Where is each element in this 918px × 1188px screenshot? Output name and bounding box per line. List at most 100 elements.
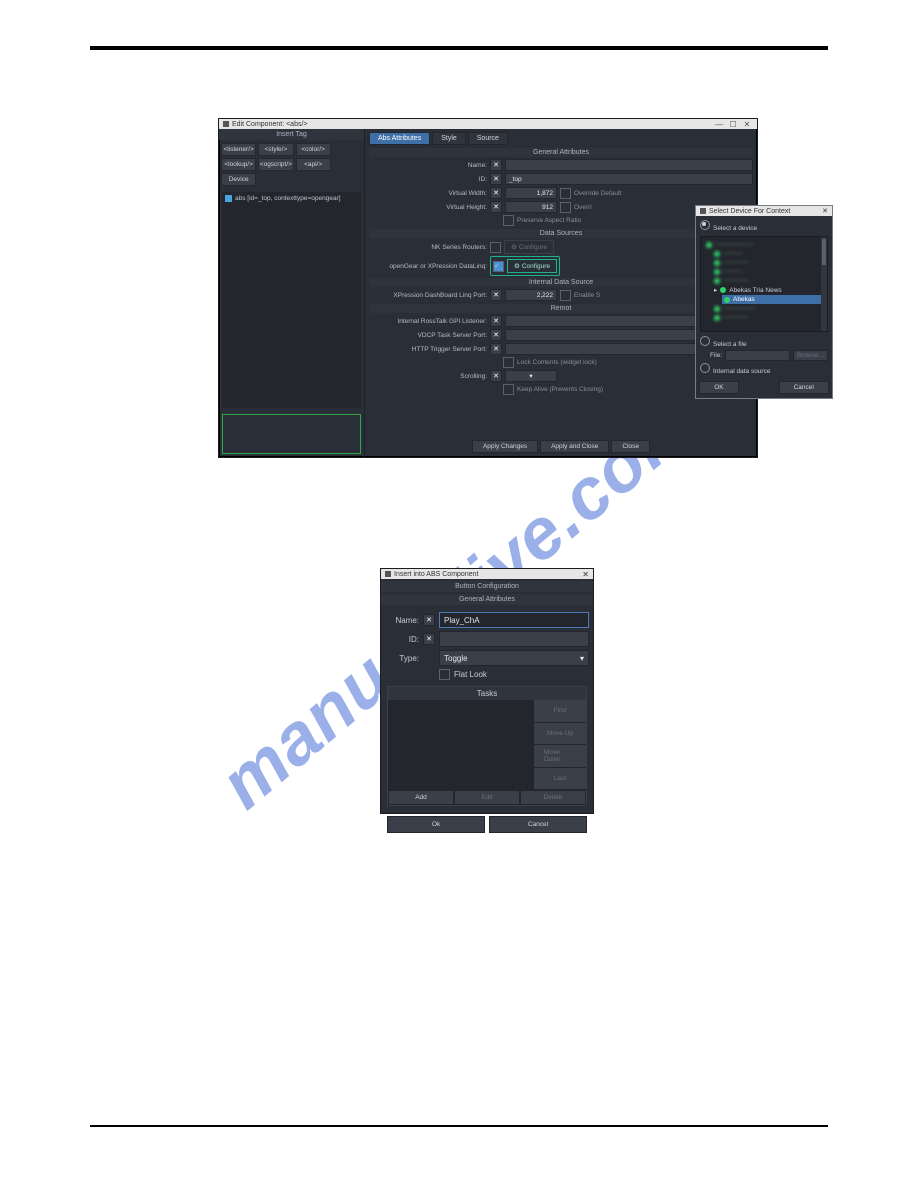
close-button[interactable]: Close <box>611 440 650 453</box>
nk-configure-button[interactable]: ⚙Configure <box>504 240 554 254</box>
clear-vheight-button[interactable]: ✕ <box>490 201 502 213</box>
first-button[interactable]: First <box>534 700 586 723</box>
clear-scrolling-button[interactable]: ✕ <box>490 370 502 382</box>
component-tree[interactable]: abs [id=_top, contexttype=opengear] <box>222 192 361 408</box>
keepalive-checkbox[interactable] <box>503 384 514 395</box>
override2-checkbox[interactable] <box>560 202 571 213</box>
last-button[interactable]: Last <box>534 768 586 791</box>
type-select[interactable]: Toggle▾ <box>439 650 589 666</box>
status-dot-icon <box>720 287 726 293</box>
override2-label: Overri <box>574 204 592 211</box>
chevron-down-icon: ▾ <box>580 654 584 663</box>
opengear-configure-wrap: ✓ ⚙Configure <box>490 256 560 276</box>
popup-ok-button[interactable]: OK <box>699 381 738 394</box>
apply-and-close-button[interactable]: Apply and Close <box>540 440 609 453</box>
name-input[interactable]: Play_ChA <box>439 612 589 628</box>
tag-lookup-button[interactable]: <lookup/> <box>221 158 256 171</box>
tasks-header: Tasks <box>388 687 586 700</box>
preserve-aspect-checkbox[interactable] <box>503 215 514 226</box>
delete-button[interactable]: Delete <box>520 790 586 805</box>
app-icon <box>385 571 391 577</box>
id-input[interactable]: _top <box>505 173 753 185</box>
file-input[interactable] <box>725 350 790 361</box>
lock-contents-checkbox[interactable] <box>503 357 514 368</box>
body-p9: For example, Play ChA. <box>90 872 828 893</box>
vheight-label: Virtual Height: <box>369 204 487 211</box>
body-p3: 6. Click Apply Changes. <box>90 498 828 518</box>
general-attributes-header: General Attributes <box>369 148 753 157</box>
nk-checkbox[interactable] <box>490 242 501 253</box>
app-icon <box>223 121 229 127</box>
tag-color-button[interactable]: <color/> <box>296 143 331 156</box>
popup-titlebar[interactable]: Select Device For Context ✕ <box>696 206 832 216</box>
opengear-checkbox[interactable]: ✓ <box>493 261 504 272</box>
device-abekas[interactable]: Abekas <box>722 295 824 304</box>
tag-api-button[interactable]: <api/> <box>296 158 331 171</box>
select-device-option[interactable]: Select a device <box>700 220 828 232</box>
close-icon[interactable]: ✕ <box>741 120 753 129</box>
tag-ogscript-button[interactable]: <ogscript/> <box>258 158 293 171</box>
maximize-icon[interactable]: ☐ <box>727 120 739 129</box>
popup-cancel-button[interactable]: Cancel <box>779 381 829 394</box>
xpression-port-input[interactable]: 2,222 <box>505 289 557 301</box>
scrolling-select[interactable]: ▾ <box>505 370 557 382</box>
body-p2: 5. Click Configure next to the openGear … <box>90 468 828 488</box>
radio-icon <box>700 220 710 230</box>
name-input[interactable] <box>505 159 753 171</box>
select-file-option[interactable]: Select a file <box>700 336 828 348</box>
http-label: HTTP Trigger Server Port: <box>369 346 487 353</box>
clear-vwidth-button[interactable]: ✕ <box>490 187 502 199</box>
flat-look-checkbox[interactable] <box>439 669 450 680</box>
enable-s-label: Enable S <box>574 292 600 299</box>
vheight-input[interactable]: 912 <box>505 201 557 213</box>
minimize-icon[interactable]: — <box>713 120 725 129</box>
id-input[interactable] <box>439 631 589 647</box>
tag-listener-button[interactable]: <listener/> <box>221 143 256 156</box>
win2-titlebar[interactable]: Insert into ABS Component ✕ <box>381 569 593 579</box>
keepalive-label: Keep Alive (Prevents Closing) <box>517 386 603 393</box>
ok-button[interactable]: Ok <box>387 816 485 833</box>
override-default-checkbox[interactable] <box>560 188 571 199</box>
device-tree[interactable]: —————— ——— ———— ——— ———— ▸Abekas Tria Ne… <box>700 236 828 332</box>
tab-style[interactable]: Style <box>432 132 466 145</box>
clear-id-button[interactable]: ✕ <box>423 633 435 645</box>
name-label: Name: <box>369 162 487 169</box>
vdcp-label: VDCP Task Server Port: <box>369 332 487 339</box>
opengear-configure-button[interactable]: ⚙Configure <box>507 259 557 273</box>
general-attributes-header: General Attributes <box>381 594 593 605</box>
body-p5: To create Abekas controls on your panel <box>90 538 828 558</box>
clear-xpression-button[interactable]: ✕ <box>490 289 502 301</box>
tasks-list[interactable] <box>388 700 534 790</box>
close-icon[interactable]: ✕ <box>582 570 589 579</box>
internal-ds-option[interactable]: Internal data source <box>700 363 828 375</box>
file-label: File: <box>710 352 722 359</box>
tree-item-label: abs [id=_top, contexttype=opengear] <box>235 195 341 202</box>
tab-source[interactable]: Source <box>468 132 508 145</box>
apply-changes-button[interactable]: Apply Changes <box>472 440 538 453</box>
enable-s-checkbox[interactable] <box>560 290 571 301</box>
tag-style-button[interactable]: <style/> <box>258 143 293 156</box>
win1-titlebar[interactable]: Edit Component: <abs/> — ☐ ✕ <box>219 119 757 129</box>
scrollbar[interactable] <box>821 237 827 331</box>
cancel-button[interactable]: Cancel <box>489 816 587 833</box>
clear-name-button[interactable]: ✕ <box>490 159 502 171</box>
clear-http-button[interactable]: ✕ <box>490 343 502 355</box>
browse-button[interactable]: Browse... <box>793 350 828 361</box>
footer-right: DashBoard User Guide (8351DR-004-5.0) <box>604 1138 828 1152</box>
move-down-button[interactable]: Move Down <box>534 745 586 768</box>
clear-vdcp-button[interactable]: ✕ <box>490 329 502 341</box>
clear-name-button[interactable]: ✕ <box>423 614 435 626</box>
tree-item-abs[interactable]: abs [id=_top, contexttype=opengear] <box>225 195 358 202</box>
device-abekas-tria[interactable]: ▸Abekas Tria News <box>712 285 824 295</box>
tag-device-button[interactable]: Device <box>221 173 256 186</box>
clear-rosstalk-button[interactable]: ✕ <box>490 315 502 327</box>
move-up-button[interactable]: Move Up <box>534 723 586 746</box>
edit-button[interactable]: Edit <box>454 790 520 805</box>
tab-abs-attributes[interactable]: Abs Attributes <box>369 132 430 145</box>
vwidth-input[interactable]: 1,872 <box>505 187 557 199</box>
add-button[interactable]: Add <box>388 790 454 805</box>
header-right: PanelBuilder™ <box>700 18 828 39</box>
close-icon[interactable]: ✕ <box>822 207 828 215</box>
clear-id-button[interactable]: ✕ <box>490 173 502 185</box>
preview-box <box>222 414 361 454</box>
